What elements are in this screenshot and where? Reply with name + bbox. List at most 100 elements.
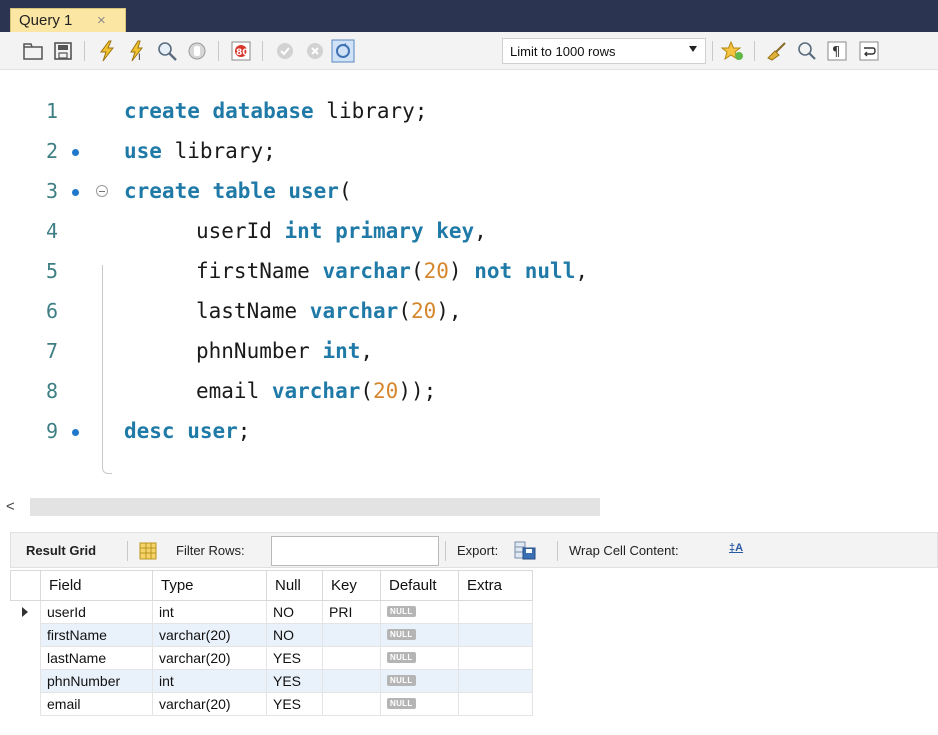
- row-selector[interactable]: [10, 646, 41, 670]
- open-file-icon[interactable]: [20, 38, 46, 64]
- editor-line[interactable]: 9 desc user;: [0, 412, 938, 452]
- cell-null[interactable]: YES: [266, 669, 323, 693]
- cell-type[interactable]: varchar(20): [152, 623, 267, 647]
- tab-close-icon[interactable]: ×: [97, 12, 106, 29]
- cell-extra[interactable]: [458, 600, 533, 624]
- cell-key[interactable]: [322, 692, 381, 716]
- code-text: email varchar(20));: [196, 379, 436, 403]
- column-header-field[interactable]: Field: [40, 570, 153, 601]
- beautify-icon[interactable]: [764, 38, 790, 64]
- sql-number: 20: [410, 299, 437, 323]
- wrap-cell-content-icon[interactable]: ‡A: [729, 542, 743, 554]
- cell-extra[interactable]: [458, 669, 533, 693]
- table-row[interactable]: phnNumber int YES NULL: [10, 669, 533, 693]
- line-number: 6: [46, 299, 59, 323]
- cell-key[interactable]: [322, 646, 381, 670]
- cell-type[interactable]: int: [152, 600, 267, 624]
- cell-key[interactable]: PRI: [322, 600, 381, 624]
- autocommit-icon[interactable]: [330, 38, 356, 64]
- result-grid-tab[interactable]: Result Grid: [26, 543, 96, 558]
- row-selector[interactable]: [10, 669, 41, 693]
- wrap-lines-icon[interactable]: [856, 38, 882, 64]
- code-text: create table user(: [124, 179, 352, 203]
- sql-keyword: int: [322, 339, 361, 363]
- limit-rows-select[interactable]: Limit to 1000 rows: [502, 38, 706, 64]
- toolbar-separator: [127, 541, 128, 561]
- toolbar-separator: [557, 541, 558, 561]
- result-grid[interactable]: Field Type Null Key Default Extra userId int NO…: [10, 570, 533, 716]
- editor-line[interactable]: 1 create database library;: [0, 92, 938, 132]
- editor-line[interactable]: 2 use library;: [0, 132, 938, 172]
- explain-icon[interactable]: [154, 38, 180, 64]
- code-text: lastName varchar(20),: [196, 299, 462, 323]
- cell-default[interactable]: NULL: [380, 692, 459, 716]
- row-selector[interactable]: [10, 600, 41, 624]
- find-icon[interactable]: [794, 38, 820, 64]
- cell-null[interactable]: YES: [266, 646, 323, 670]
- table-row[interactable]: email varchar(20) YES NULL: [10, 692, 533, 716]
- cell-field[interactable]: phnNumber: [40, 669, 153, 693]
- cell-default[interactable]: NULL: [380, 623, 459, 647]
- cell-type[interactable]: varchar(20): [152, 646, 267, 670]
- cell-field[interactable]: firstName: [40, 623, 153, 647]
- column-header-default[interactable]: Default: [380, 570, 459, 601]
- cell-field[interactable]: email: [40, 692, 153, 716]
- editor-line[interactable]: 8 email varchar(20));: [0, 372, 938, 412]
- rollback-icon[interactable]: [302, 38, 328, 64]
- sql-token: email: [196, 379, 272, 403]
- editor-line[interactable]: 5 firstName varchar(20) not null,: [0, 252, 938, 292]
- scroll-left-icon[interactable]: <: [6, 498, 15, 515]
- cell-default[interactable]: NULL: [380, 646, 459, 670]
- cell-type[interactable]: varchar(20): [152, 692, 267, 716]
- table-row[interactable]: userId int NO PRI NULL: [10, 600, 533, 624]
- export-icon[interactable]: [514, 541, 536, 566]
- cell-type[interactable]: int: [152, 669, 267, 693]
- cell-key[interactable]: [322, 669, 381, 693]
- execute-current-icon[interactable]: I: [124, 38, 150, 64]
- row-selector[interactable]: [10, 692, 41, 716]
- table-row[interactable]: lastName varchar(20) YES NULL: [10, 646, 533, 670]
- result-grid-icon[interactable]: [139, 542, 157, 565]
- cell-default[interactable]: NULL: [380, 669, 459, 693]
- save-icon[interactable]: [50, 38, 76, 64]
- invisible-chars-icon[interactable]: ¶: [824, 38, 850, 64]
- bookmark-icon[interactable]: [720, 38, 746, 64]
- editor-line[interactable]: 3 create table user(: [0, 172, 938, 212]
- scrollbar-thumb[interactable]: [30, 498, 600, 516]
- column-header-type[interactable]: Type: [152, 570, 267, 601]
- editor-line[interactable]: 7 phnNumber int,: [0, 332, 938, 372]
- tab-query-1[interactable]: Query 1 ×: [10, 8, 126, 32]
- cell-field[interactable]: userId: [40, 600, 153, 624]
- cell-null[interactable]: NO: [266, 623, 323, 647]
- export-label: Export:: [457, 543, 499, 558]
- row-selector[interactable]: [10, 623, 41, 647]
- execute-icon[interactable]: [94, 38, 120, 64]
- editor-line[interactable]: 6 lastName varchar(20),: [0, 292, 938, 332]
- editor-horizontal-scrollbar[interactable]: <: [0, 496, 938, 518]
- cell-null[interactable]: NO: [266, 600, 323, 624]
- cell-default[interactable]: NULL: [380, 600, 459, 624]
- filter-rows-input[interactable]: [271, 536, 439, 566]
- cell-extra[interactable]: [458, 623, 533, 647]
- column-header-extra[interactable]: Extra: [458, 570, 533, 601]
- column-header-null[interactable]: Null: [266, 570, 323, 601]
- column-header-key[interactable]: Key: [322, 570, 381, 601]
- toggle-error-icon[interactable]: 80: [228, 38, 254, 64]
- cell-field[interactable]: lastName: [40, 646, 153, 670]
- stop-icon[interactable]: [184, 38, 210, 64]
- fold-toggle-icon[interactable]: [96, 185, 108, 197]
- statement-marker-icon: [72, 189, 79, 196]
- cell-extra[interactable]: [458, 646, 533, 670]
- line-number: 1: [46, 99, 59, 123]
- editor-line[interactable]: 4 userId int primary key,: [0, 212, 938, 252]
- svg-text:80: 80: [236, 48, 249, 58]
- sql-editor[interactable]: 1 create database library; 2 use library; 3 c…: [0, 70, 938, 474]
- cell-null[interactable]: YES: [266, 692, 323, 716]
- table-row[interactable]: firstName varchar(20) NO NULL: [10, 623, 533, 647]
- cell-key[interactable]: [322, 623, 381, 647]
- cell-extra[interactable]: [458, 692, 533, 716]
- tab-label: Query 1: [19, 12, 73, 29]
- commit-icon[interactable]: [272, 38, 298, 64]
- code-text: create database library;: [124, 99, 427, 123]
- sql-token: lastName: [196, 299, 310, 323]
